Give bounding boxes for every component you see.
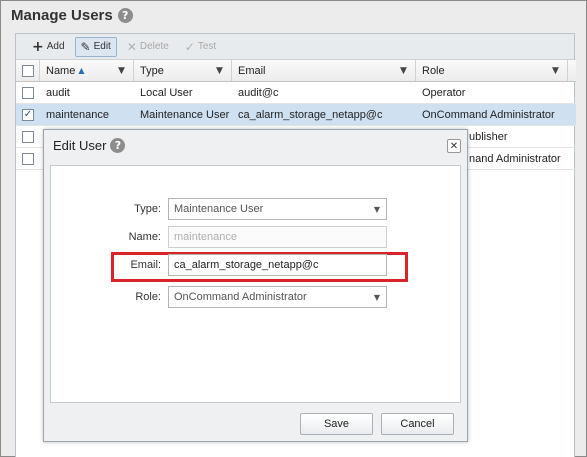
- add-button[interactable]: + Add: [26, 37, 71, 57]
- cell-email: audit@c: [238, 86, 279, 99]
- grid-header: Name ▲ ▼ Type ▼ Email ▼ Role ▼: [16, 60, 576, 82]
- column-header-name-label: Name: [46, 64, 76, 77]
- role-select[interactable]: OnCommand Administrator ▼: [168, 286, 387, 308]
- column-header-role-label: Role: [422, 64, 445, 77]
- filter-icon[interactable]: ▼: [216, 66, 226, 76]
- app-frame: Manage Users ? + Add ✎ Edit ✕ Delete ✓ T…: [0, 0, 587, 457]
- checkmark-icon: ✓: [184, 39, 195, 54]
- name-label: Name:: [128, 231, 161, 243]
- sort-ascending-icon: ▲: [78, 66, 85, 75]
- help-icon[interactable]: ?: [117, 8, 133, 23]
- column-header-name[interactable]: Name ▲ ▼: [40, 60, 134, 81]
- edit-button-label: Edit: [93, 41, 111, 52]
- cell-type: Local User: [140, 86, 193, 99]
- delete-x-icon: ✕: [126, 39, 137, 54]
- column-header-email[interactable]: Email ▼: [232, 60, 416, 81]
- add-button-label: Add: [46, 41, 65, 52]
- page-title-text: Manage Users: [11, 7, 113, 24]
- email-field[interactable]: ca_alarm_storage_netapp@c: [168, 254, 387, 276]
- table-row[interactable]: audit Local User audit@c Operator: [16, 82, 576, 104]
- page-title: Manage Users ?: [11, 7, 133, 24]
- role-label: Role:: [135, 291, 161, 303]
- edit-user-dialog: Edit User ? ✕ Type: Maintenance User ▼ N…: [43, 129, 468, 442]
- type-select[interactable]: Maintenance User ▼: [168, 198, 387, 220]
- chevron-down-icon: ▼: [373, 293, 380, 302]
- cell-role: ublisher: [469, 130, 508, 143]
- select-all-checkbox[interactable]: [22, 64, 34, 77]
- select-all-column: [16, 60, 40, 81]
- delete-button[interactable]: ✕ Delete: [121, 37, 175, 57]
- test-button-label: Test: [197, 41, 217, 52]
- filter-icon[interactable]: ▼: [400, 66, 410, 76]
- filter-icon[interactable]: ▼: [118, 66, 128, 76]
- cell-role: nand Administrator: [469, 152, 561, 165]
- column-header-type[interactable]: Type ▼: [134, 60, 232, 81]
- type-label: Type:: [134, 203, 161, 215]
- dialog-title-text: Edit User: [53, 138, 107, 153]
- type-select-value: Maintenance User: [174, 203, 264, 215]
- edit-button[interactable]: ✎ Edit: [74, 36, 117, 57]
- filter-icon[interactable]: ▼: [552, 66, 562, 76]
- dialog-title: Edit User ?: [53, 138, 126, 153]
- chevron-down-icon: ▼: [373, 205, 380, 214]
- dialog-form: Type: Maintenance User ▼ Name: maintenan…: [50, 165, 461, 403]
- cell-email: ca_alarm_storage_netapp@c: [238, 108, 383, 121]
- row-checkbox[interactable]: [22, 152, 34, 165]
- cell-name: audit: [46, 86, 70, 99]
- cell-role: OnCommand Administrator: [422, 108, 555, 121]
- column-header-role[interactable]: Role ▼: [416, 60, 568, 81]
- email-label: Email:: [130, 259, 161, 271]
- cancel-button[interactable]: Cancel: [381, 413, 454, 435]
- close-icon[interactable]: ✕: [447, 139, 461, 153]
- name-field[interactable]: maintenance: [168, 226, 387, 248]
- help-icon[interactable]: ?: [110, 138, 126, 153]
- grid-toolbar: + Add ✎ Edit ✕ Delete ✓ Test: [16, 34, 574, 60]
- row-checkbox-checked[interactable]: ✓: [22, 108, 34, 121]
- cell-type: Maintenance User: [140, 108, 230, 121]
- cell-role: Operator: [422, 86, 466, 99]
- column-header-email-label: Email: [238, 64, 266, 77]
- cell-name: maintenance: [46, 108, 109, 121]
- save-button[interactable]: Save: [300, 413, 373, 435]
- column-header-type-label: Type: [140, 64, 164, 77]
- plus-icon: +: [32, 38, 44, 55]
- pencil-icon: ✎: [80, 39, 91, 54]
- role-select-value: OnCommand Administrator: [174, 291, 307, 303]
- test-button[interactable]: ✓ Test: [179, 37, 222, 57]
- row-checkbox[interactable]: [22, 130, 34, 143]
- table-row[interactable]: ✓ maintenance Maintenance User ca_alarm_…: [16, 104, 576, 126]
- row-checkbox[interactable]: [22, 86, 34, 99]
- delete-button-label: Delete: [139, 41, 169, 52]
